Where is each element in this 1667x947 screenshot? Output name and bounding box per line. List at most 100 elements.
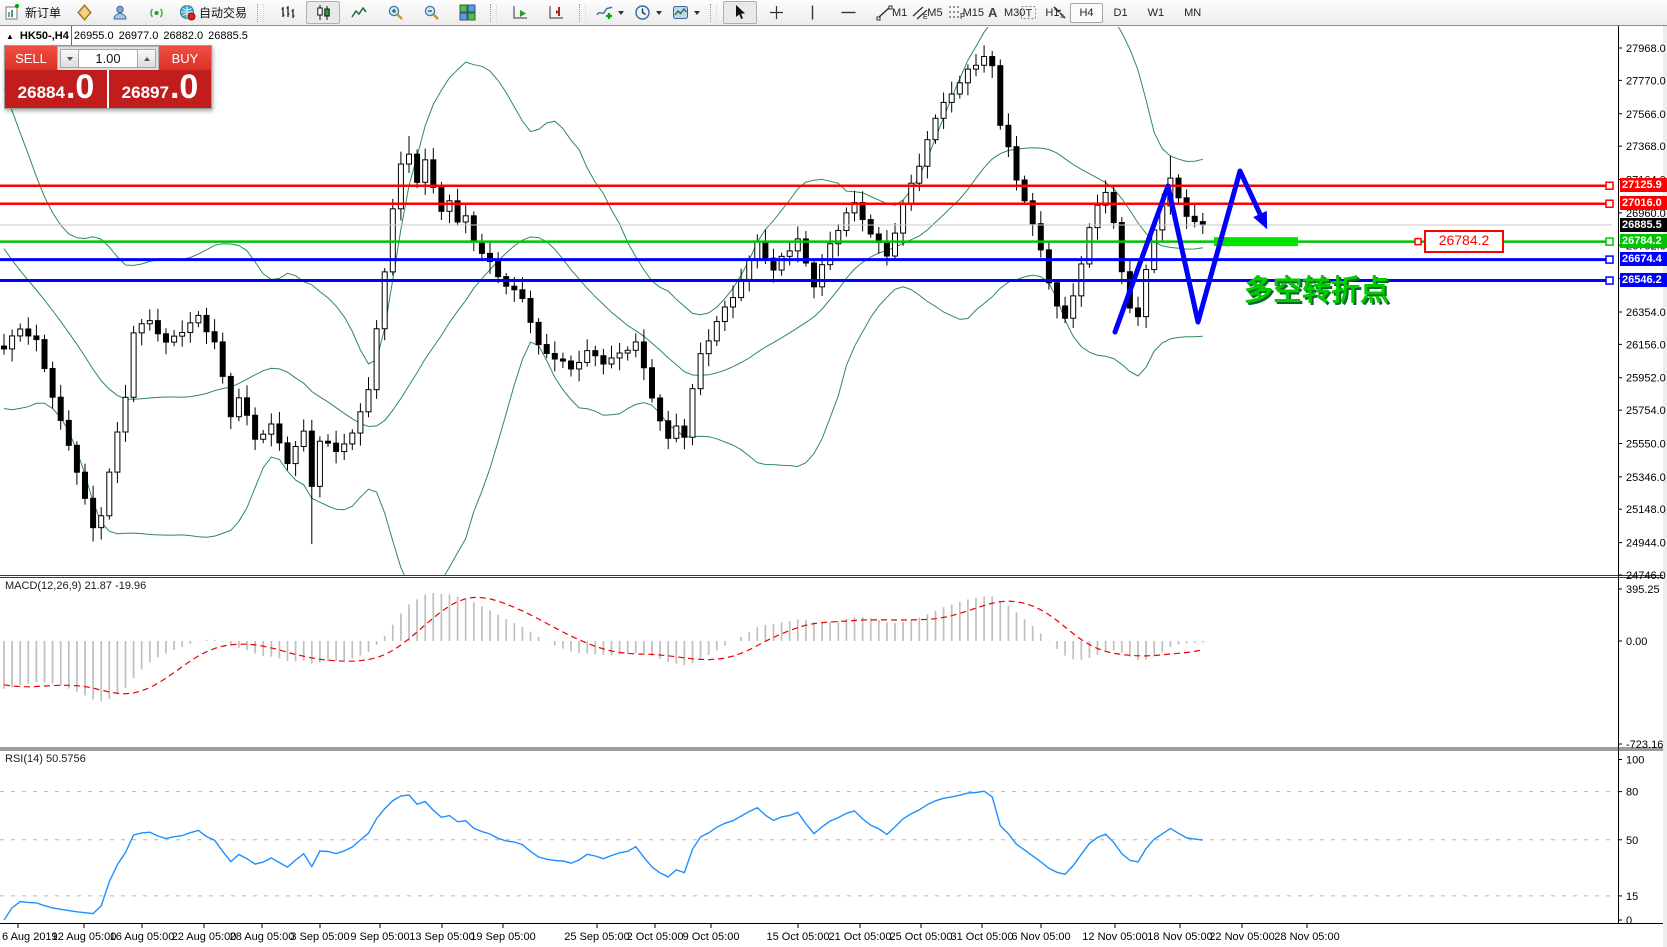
bar-chart-button[interactable] <box>270 1 304 24</box>
sell-price-main: 26884 <box>17 83 65 102</box>
templates-icon <box>672 4 689 21</box>
one-click-trading-panel: SELL BUY 26884 .0 26897 .0 <box>4 45 212 109</box>
toolbar-button-label: 新订单 <box>25 6 62 20</box>
buy-price-pips: .0 <box>169 68 199 106</box>
crosshair-button[interactable] <box>759 1 793 24</box>
panel-splitter-rsi[interactable] <box>0 747 1663 751</box>
bar-chart-icon <box>279 4 296 21</box>
signals-button[interactable] <box>139 1 173 24</box>
sell-price[interactable]: 26884 .0 <box>5 70 107 108</box>
volume-input[interactable] <box>79 49 137 68</box>
line-drag-handle[interactable] <box>1605 255 1614 264</box>
horizontal-level-line[interactable] <box>0 199 1614 208</box>
autoscroll-button[interactable] <box>503 1 537 24</box>
line-chart-icon <box>350 4 368 21</box>
toolbar-separator <box>490 3 498 22</box>
timeframe-group: M1 M5 M15 M30 H1 H4 D1 W1 MN <box>882 1 1211 24</box>
level-price-label: 26546.2 <box>1620 273 1667 288</box>
indicators-button[interactable] <box>592 1 628 24</box>
autoscroll-icon <box>512 4 529 21</box>
tile-windows-button[interactable] <box>450 1 484 24</box>
timeframe-m1-button[interactable]: M1 <box>883 3 916 23</box>
chevron-up-icon <box>143 56 150 61</box>
indicators-icon <box>596 4 613 21</box>
collapse-chart-icon[interactable]: ▲ <box>6 32 14 41</box>
timeframe-h4-button[interactable]: H4 <box>1070 2 1103 23</box>
toolbar-button-label: 自动交易 <box>199 6 248 20</box>
periods-icon <box>634 4 651 21</box>
candlestick-chart-button[interactable] <box>306 1 341 24</box>
crosshair-icon <box>768 4 785 21</box>
cursor-button[interactable] <box>723 1 758 24</box>
buy-price[interactable]: 26897 .0 <box>109 70 211 108</box>
level-price-label: 27125.9 <box>1620 178 1667 193</box>
templates-button[interactable] <box>668 1 704 24</box>
sell-price-pips: .0 <box>65 68 95 106</box>
vertical-line-button[interactable] <box>795 1 829 24</box>
panel-splitter-macd[interactable] <box>0 575 1663 578</box>
timeframe-h1-button[interactable]: H1 <box>1036 3 1068 23</box>
annotation-text[interactable]: 多空转折点 <box>1244 273 1389 307</box>
sell-button[interactable]: SELL <box>5 46 57 71</box>
timeframe-d1-button[interactable]: D1 <box>1105 3 1137 23</box>
toolbar-separator <box>257 3 265 22</box>
macd-panel <box>3 593 1204 702</box>
cursor-icon <box>732 4 749 21</box>
horizontal-line-icon <box>840 4 857 21</box>
signals-icon <box>148 4 165 21</box>
macd-histogram <box>3 593 1204 702</box>
candles <box>1 45 1206 545</box>
level-price-label: 26784.2 <box>1620 234 1667 249</box>
line-drag-handle[interactable] <box>1605 199 1614 208</box>
time-axis[interactable] <box>0 923 1618 947</box>
tile-windows-icon <box>459 4 476 21</box>
volume-decrease-button[interactable] <box>60 49 79 68</box>
volume-increase-button[interactable] <box>137 49 156 68</box>
symbol-period-label: HK50-,H4 <box>19 30 69 42</box>
timeframe-w1-button[interactable]: W1 <box>1139 3 1174 23</box>
new-order-icon <box>5 4 22 21</box>
macd-indicator-label: MACD(12,26,9) 21.87 -19.96 <box>5 580 147 592</box>
level-price-label: 26674.4 <box>1620 252 1667 267</box>
timeframe-m30-button[interactable]: M30 <box>995 3 1034 23</box>
price-callout-label[interactable]: 26784.2 <box>1424 230 1504 253</box>
new-order-button[interactable]: 新订单 <box>1 1 65 24</box>
chevron-down-icon <box>694 10 701 15</box>
chevron-down-icon <box>656 10 663 15</box>
autotrading-button[interactable]: 自动交易 <box>175 1 251 24</box>
line-drag-handle[interactable] <box>1605 276 1614 285</box>
rsi-indicator-label: RSI(14) 50.5756 <box>5 753 86 765</box>
chart-shift-icon <box>548 4 565 21</box>
line-chart-button[interactable] <box>342 1 376 24</box>
marketplace-button[interactable] <box>67 1 101 24</box>
ohlc-close: 26885.5 <box>208 30 248 42</box>
timeframe-m5-button[interactable]: M5 <box>918 3 951 23</box>
line-drag-handle[interactable] <box>1605 237 1614 246</box>
chart-shift-button[interactable] <box>539 1 573 24</box>
ohlc-low: 26882.0 <box>163 30 204 42</box>
toolbar: 新订单 自动交易 E F A T M1 M5 M15 M30 H1 H4 D1 W1 MN <box>0 0 1667 26</box>
zoom-out-icon <box>423 4 440 21</box>
chart-canvas: 多空转折点多空转折点27968.027770.027566.027368.027… <box>0 0 1667 947</box>
zoom-in-icon <box>387 4 404 21</box>
community-button[interactable] <box>103 1 137 24</box>
chart-header: ▲ HK50-,H4 26955.0 26977.0 26882.0 26885… <box>6 30 248 42</box>
candlestick-chart-icon <box>315 4 332 21</box>
community-icon <box>112 4 129 21</box>
ohlc-high: 26977.0 <box>118 30 159 42</box>
ohlc-open: 26955.0 <box>73 30 114 42</box>
marketplace-icon <box>76 4 93 21</box>
horizontal-level-line[interactable] <box>0 181 1614 190</box>
price-axis[interactable] <box>1618 26 1667 923</box>
line-drag-handle[interactable] <box>1605 181 1614 190</box>
zoom-out-button[interactable] <box>414 1 448 24</box>
periods-button[interactable] <box>630 1 666 24</box>
horizontal-line-button[interactable] <box>831 1 865 24</box>
buy-price-main: 26897 <box>121 83 169 102</box>
thick-highlight-segment <box>1214 237 1298 247</box>
timeframe-mn-button[interactable]: MN <box>1175 3 1210 23</box>
zoom-in-button[interactable] <box>378 1 412 24</box>
timeframe-m15-button[interactable]: M15 <box>954 3 993 23</box>
current-price-label: 26885.5 <box>1620 217 1667 232</box>
toolbar-separator <box>579 3 587 22</box>
